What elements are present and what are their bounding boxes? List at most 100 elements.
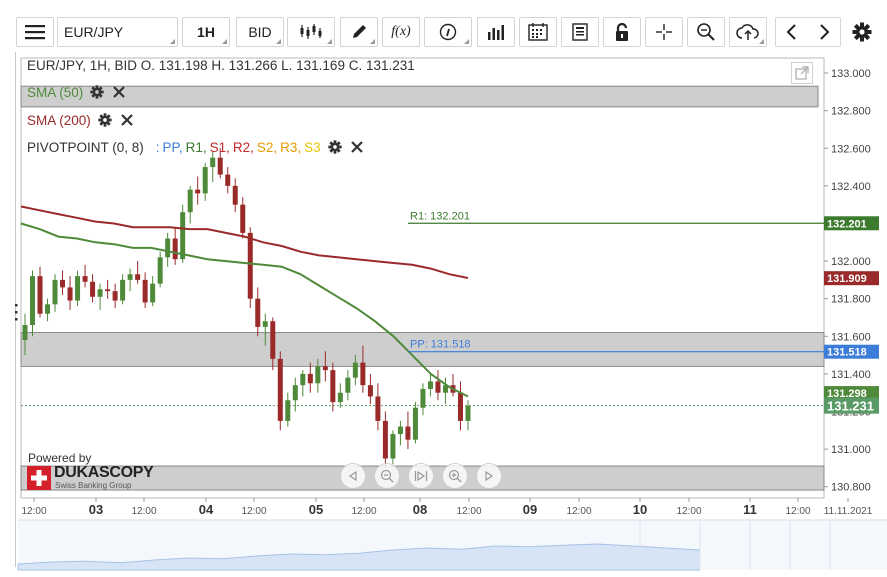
x-tick-label: 12:00 xyxy=(351,506,376,517)
candle-body xyxy=(292,385,298,401)
x-tick-label: 12:00 xyxy=(241,506,266,517)
pivot-levels: : PP, R1, S1, R2, S2, R3, S3 xyxy=(150,140,321,155)
nav-zoom-out-button[interactable] xyxy=(374,463,400,489)
pivot-r1-label: R1: 132.201 xyxy=(410,210,470,222)
candle-body xyxy=(382,420,388,459)
y-tick-label: 132.000 xyxy=(831,256,871,268)
candle-body xyxy=(135,274,141,280)
resize-handle-dot xyxy=(15,304,18,307)
candle-body xyxy=(112,291,118,301)
candle-body xyxy=(37,276,43,314)
sma200-settings-button[interactable] xyxy=(97,112,113,128)
y-tick-label: 131.800 xyxy=(831,294,871,306)
pivot-level-s1: S1, xyxy=(209,139,230,155)
candle-body xyxy=(150,283,156,303)
candle-body xyxy=(90,281,96,297)
legend-pivot: PIVOTPOINT (0, 8) : PP, R1, S1, R2, S2, … xyxy=(27,139,365,155)
candle-body xyxy=(120,279,126,301)
candle-body xyxy=(232,185,238,205)
x-tick-label: 12:00 xyxy=(676,506,701,517)
zoom-out-icon xyxy=(380,469,394,483)
resize-handle-dot xyxy=(15,311,18,314)
gear-icon xyxy=(98,113,112,127)
price-label-text: 131.909 xyxy=(827,273,867,285)
chart-navigation xyxy=(340,463,502,489)
pivot-settings-button[interactable] xyxy=(327,139,343,155)
pivot-pp-label: PP: 131.518 xyxy=(410,339,471,351)
candle-body xyxy=(52,279,58,305)
sma50-label: SMA (50) xyxy=(27,84,84,100)
candle-body xyxy=(427,381,433,389)
reset-icon xyxy=(414,470,428,482)
candle-body xyxy=(315,366,321,384)
x-tick-label: 12:00 xyxy=(785,506,810,517)
candle-body xyxy=(75,276,81,301)
gear-icon xyxy=(328,140,342,154)
ohlc-readout: EUR/JPY, 1H, BID O. 131.198 H. 131.266 L… xyxy=(27,58,415,73)
candle-body xyxy=(217,157,223,175)
candle-body xyxy=(330,370,336,403)
pivot-separator: : xyxy=(155,139,160,155)
x-tick-label: 03 xyxy=(89,502,103,517)
triangle-right-icon xyxy=(485,470,494,482)
candle-body xyxy=(45,304,51,314)
powered-by: Powered by xyxy=(28,451,92,465)
candle-body xyxy=(97,289,103,297)
y-tick-label: 132.800 xyxy=(831,106,871,118)
candle-body xyxy=(187,189,193,213)
nav-forward-button[interactable] xyxy=(476,463,502,489)
sma50-settings-button[interactable] xyxy=(89,84,105,100)
candle-body xyxy=(225,174,231,186)
candle-body xyxy=(405,426,411,440)
candle-body xyxy=(322,366,328,371)
sma50-remove-button[interactable] xyxy=(111,84,127,100)
pivot-level-s2: S2, xyxy=(256,139,278,155)
sma200-remove-button[interactable] xyxy=(119,112,135,128)
x-tick-label: 11.11.2021 xyxy=(824,506,873,517)
nav-reset-button[interactable] xyxy=(408,463,434,489)
pivot-level-r1: R1, xyxy=(185,139,207,155)
candle-body xyxy=(367,385,373,397)
candle-body xyxy=(172,238,178,260)
price-label-sma200: 131.909 xyxy=(824,271,879,286)
candle-body xyxy=(195,189,201,194)
candle-body xyxy=(270,321,276,359)
highlight-zone xyxy=(20,85,819,108)
candle-body xyxy=(142,279,148,303)
sma200-label: SMA (200) xyxy=(27,112,91,128)
close-icon xyxy=(121,114,133,126)
triangle-left-icon xyxy=(348,470,357,482)
pivot-remove-button[interactable] xyxy=(349,139,365,155)
candle-body xyxy=(262,321,268,327)
candle xyxy=(412,402,418,444)
y-tick-label: 130.800 xyxy=(831,482,871,494)
candle-body xyxy=(300,373,306,386)
candle-body xyxy=(457,392,463,421)
close-icon xyxy=(113,86,126,98)
logo-text: DUKASCOPY xyxy=(54,464,154,481)
candle-body xyxy=(240,204,246,233)
price-label-text: 132.201 xyxy=(827,218,867,230)
candle-body xyxy=(30,276,36,326)
candle-body xyxy=(337,392,343,403)
candle-body xyxy=(352,362,358,378)
candle-body xyxy=(397,426,403,435)
y-tick-label: 132.600 xyxy=(831,143,871,155)
candle-body xyxy=(345,377,351,393)
candle-body xyxy=(67,287,73,301)
price-label-r1: 132.201 xyxy=(824,216,879,231)
candle-body xyxy=(247,232,253,299)
nav-back-button[interactable] xyxy=(340,463,366,489)
expand-button[interactable] xyxy=(791,62,813,84)
nav-zoom-in-button[interactable] xyxy=(442,463,468,489)
price-label-text: 131.518 xyxy=(827,347,867,359)
candle-body xyxy=(82,276,88,282)
candle xyxy=(277,351,283,431)
candle-body xyxy=(435,381,441,393)
candle-body xyxy=(22,325,28,341)
candle-body xyxy=(180,212,186,260)
resize-handle-dot xyxy=(15,318,18,321)
x-tick-label: 08 xyxy=(413,502,427,517)
x-tick-label: 09 xyxy=(523,502,537,517)
candle-body xyxy=(105,289,111,292)
